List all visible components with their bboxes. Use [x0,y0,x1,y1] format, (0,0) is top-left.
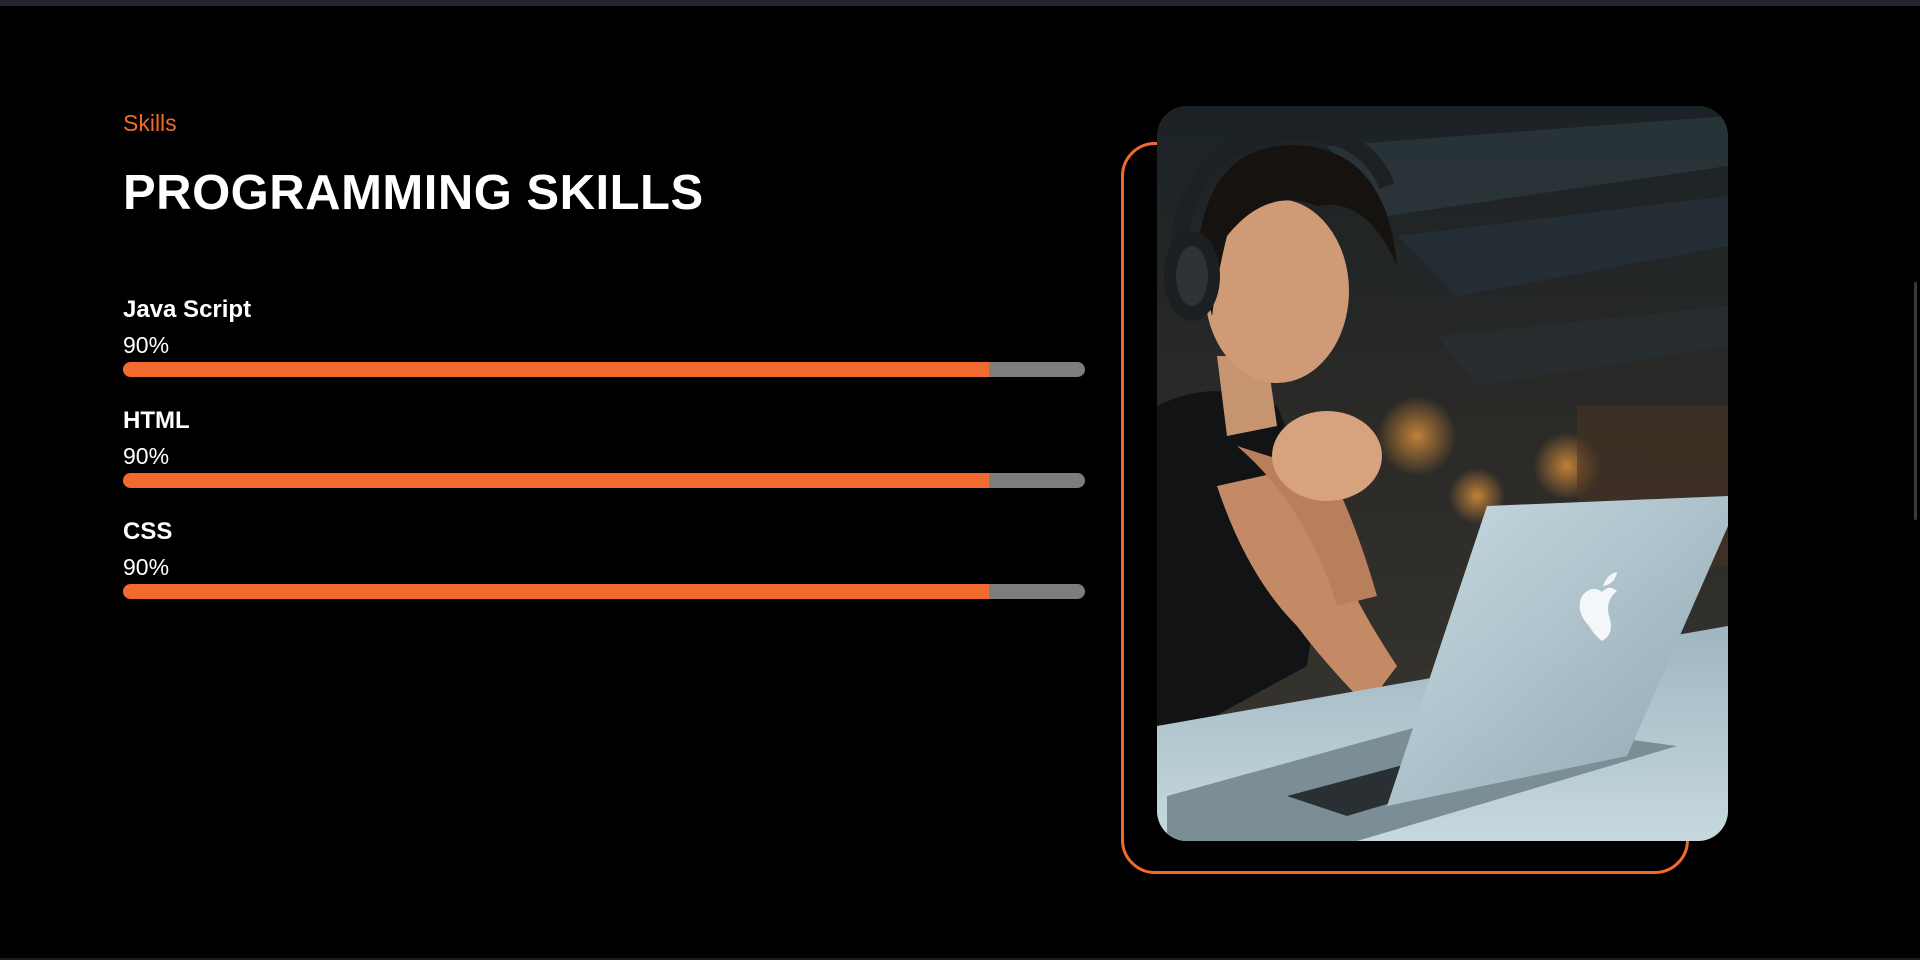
progress-track [123,362,1085,377]
browser-top-bar [0,0,1920,6]
photo-illustration [1157,106,1728,841]
progress-track [123,584,1085,599]
skill-name: HTML [123,407,190,434]
progress-fill [123,362,989,377]
page-title: PROGRAMMING SKILLS [123,166,704,220]
skill-item-css: CSS 90% [123,516,1085,627]
skill-percent: 90% [123,332,170,358]
progress-fill [123,473,989,488]
skill-name: CSS [123,518,173,545]
progress-track [123,473,1085,488]
skill-percent: 90% [123,554,170,580]
skill-item-html: HTML 90% [123,405,1085,516]
skills-list: Java Script 90% HTML 90% CSS 90% [123,294,1085,627]
profile-photo [1157,106,1728,841]
scrollbar-thumb[interactable] [1914,282,1917,520]
skill-item-javascript: Java Script 90% [123,294,1085,405]
skill-name: Java Script [123,296,252,323]
skill-percent: 90% [123,443,170,469]
section-eyebrow: Skills [123,110,177,136]
skills-section: Skills PROGRAMMING SKILLS Java Script 90… [123,106,1085,599]
progress-fill [123,584,989,599]
